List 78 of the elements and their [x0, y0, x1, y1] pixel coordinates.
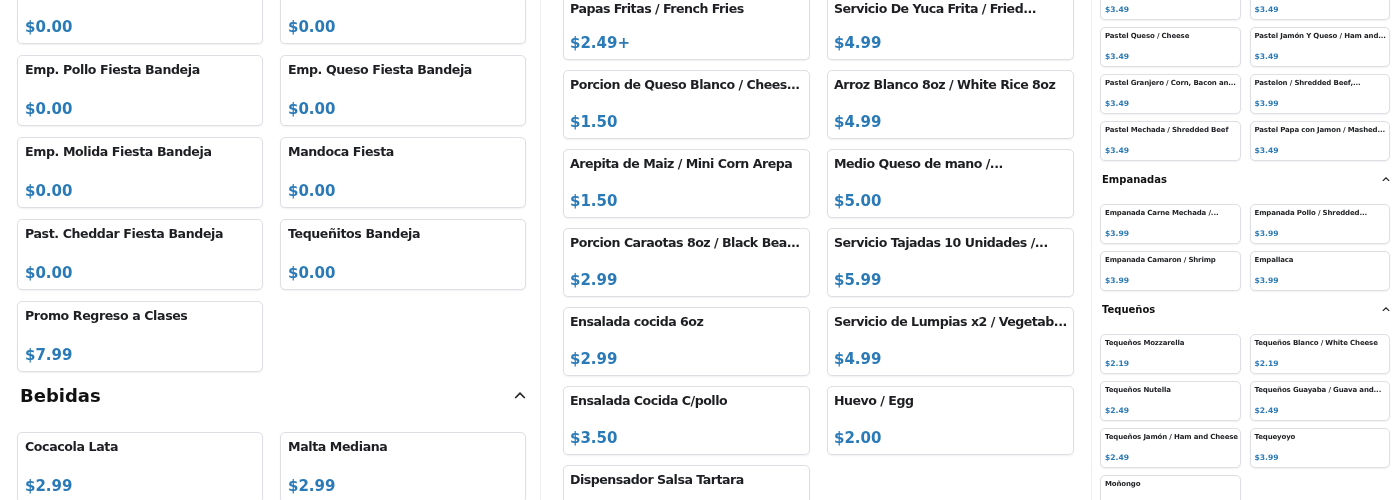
item-name: Emp. Queso Fiesta Bandeja — [288, 61, 473, 79]
item-price: $2.99 — [25, 476, 74, 496]
item-name: Huevo / Egg — [834, 392, 915, 410]
menu-item-card[interactable]: Ensalada Cocida C/pollo $3.50 — [563, 386, 810, 455]
menu-item-card[interactable]: Dispensador Salsa Tartara — [563, 465, 810, 500]
menu-item-card[interactable]: Arepita de Maiz / Mini Corn Arepa $1.50 — [563, 149, 810, 218]
section-title: Bebidas — [20, 384, 101, 408]
item-price: $4.99 — [834, 33, 883, 53]
item-price: $2.99 — [570, 270, 619, 290]
item-price: $0.00 — [25, 99, 74, 119]
item-name: Servicio de Lumpias x2 / Vegetab... — [834, 313, 1068, 331]
item-name: Medio Queso de mano /... — [834, 155, 1004, 173]
menu-item-card[interactable]: Emp. Queso Fiesta Bandeja $0.00 — [280, 55, 526, 126]
item-price: $0.00 — [25, 181, 74, 201]
menu-item-card[interactable]: Mandoca Fiesta $0.00 — [280, 137, 526, 208]
item-price: $0.00 — [288, 99, 337, 119]
item-name: Arroz Blanco 8oz / White Rice 8oz — [834, 76, 1057, 94]
menu-item-card[interactable]: Papas Fritas / French Fries $2.49+ — [563, 0, 810, 60]
item-name: Porcion Caraotas 8oz / Black Bea... — [570, 234, 801, 252]
menu-item-card[interactable]: $0.00 — [17, 0, 263, 44]
menu-item-card[interactable]: Servicio Tajadas 10 Unidades /... $5.99 — [827, 228, 1074, 297]
menu-item-card[interactable]: Emp. Pollo Fiesta Bandeja $0.00 — [17, 55, 263, 126]
item-name: Papas Fritas / French Fries — [570, 0, 745, 18]
item-price: $0.00 — [25, 17, 74, 37]
item-name: Tequeñitos Bandeja — [288, 225, 422, 243]
item-price: $0.00 — [288, 17, 337, 37]
item-name: Porcion de Queso Blanco / Chees... — [570, 76, 801, 94]
menu-item-card[interactable]: Huevo / Egg $2.00 — [827, 386, 1074, 455]
menu-item-card[interactable]: Cocacola Lata $2.99 — [17, 432, 263, 500]
menu-item-card[interactable]: Past. Cheddar Fiesta Bandeja $0.00 — [17, 219, 263, 290]
item-price: $2.99 — [288, 476, 337, 496]
item-price: $4.99 — [834, 112, 883, 132]
menu-item-card[interactable]: Promo Regreso a Clases $7.99 — [17, 301, 263, 372]
item-name: Emp. Molida Fiesta Bandeja — [25, 143, 213, 161]
chevron-icon — [1382, 306, 1390, 312]
item-price: $0.00 — [25, 263, 74, 283]
item-price: $1.50 — [570, 112, 619, 132]
item-name: Servicio De Yuca Frita / Fried... — [834, 0, 1037, 18]
menu-item-card[interactable]: Porcion Caraotas 8oz / Black Bea... $2.99 — [563, 228, 810, 297]
item-name: Malta Mediana — [288, 438, 389, 456]
collapse-toggle[interactable] — [1382, 176, 1390, 182]
item-price: $2.49+ — [570, 33, 631, 53]
item-price: $0.00 — [288, 181, 337, 201]
collapse-toggle[interactable] — [514, 391, 526, 400]
menu-item-card[interactable]: Medio Queso de mano /... $5.00 — [827, 149, 1074, 218]
item-price: $3.50 — [570, 428, 619, 448]
item-price: $2.99 — [570, 349, 619, 369]
item-name: Emp. Pollo Fiesta Bandeja — [25, 61, 201, 79]
item-name: Ensalada Cocida C/pollo — [570, 392, 729, 410]
item-price: $1.50 — [570, 191, 619, 211]
section-title: Tequeños — [1102, 302, 1156, 317]
item-name: Past. Cheddar Fiesta Bandeja — [25, 225, 225, 243]
menu-item-card[interactable]: Ensalada cocida 6oz $2.99 — [563, 307, 810, 376]
menu-item-card[interactable]: Porcion de Queso Blanco / Chees... $1.50 — [563, 70, 810, 139]
section-title: Empanadas — [1102, 172, 1167, 187]
item-price: $5.00 — [834, 191, 883, 211]
menu-item-card[interactable]: Servicio De Yuca Frita / Fried... $4.99 — [827, 0, 1074, 60]
item-price: $2.00 — [834, 428, 883, 448]
item-name: Arepita de Maiz / Mini Corn Arepa — [570, 155, 794, 173]
item-name: Cocacola Lata — [25, 438, 120, 456]
collapse-toggle[interactable] — [1382, 306, 1390, 312]
item-price: $0.00 — [288, 263, 337, 283]
item-price: $5.99 — [834, 270, 883, 290]
chevron-icon — [514, 391, 526, 400]
menu-item-card[interactable]: Emp. Molida Fiesta Bandeja $0.00 — [17, 137, 263, 208]
item-name: Promo Regreso a Clases — [25, 307, 189, 325]
menu-item-card[interactable]: $0.00 — [280, 0, 526, 44]
item-name: Dispensador Salsa Tartara — [570, 471, 745, 489]
chevron-icon — [1382, 176, 1390, 182]
item-price: $7.99 — [25, 345, 74, 365]
item-price: $4.99 — [834, 349, 883, 369]
menu-item-card[interactable]: Tequeñitos Bandeja $0.00 — [280, 219, 526, 290]
menu-item-card[interactable]: Malta Mediana $2.99 — [280, 432, 526, 500]
item-name: Ensalada cocida 6oz — [570, 313, 705, 331]
item-name: Mandoca Fiesta — [288, 143, 395, 161]
menu-item-card[interactable]: Arroz Blanco 8oz / White Rice 8oz $4.99 — [827, 70, 1074, 139]
menu-item-card[interactable]: Servicio de Lumpias x2 / Vegetab... $4.99 — [827, 307, 1074, 376]
item-name: Servicio Tajadas 10 Unidades /... — [834, 234, 1049, 252]
